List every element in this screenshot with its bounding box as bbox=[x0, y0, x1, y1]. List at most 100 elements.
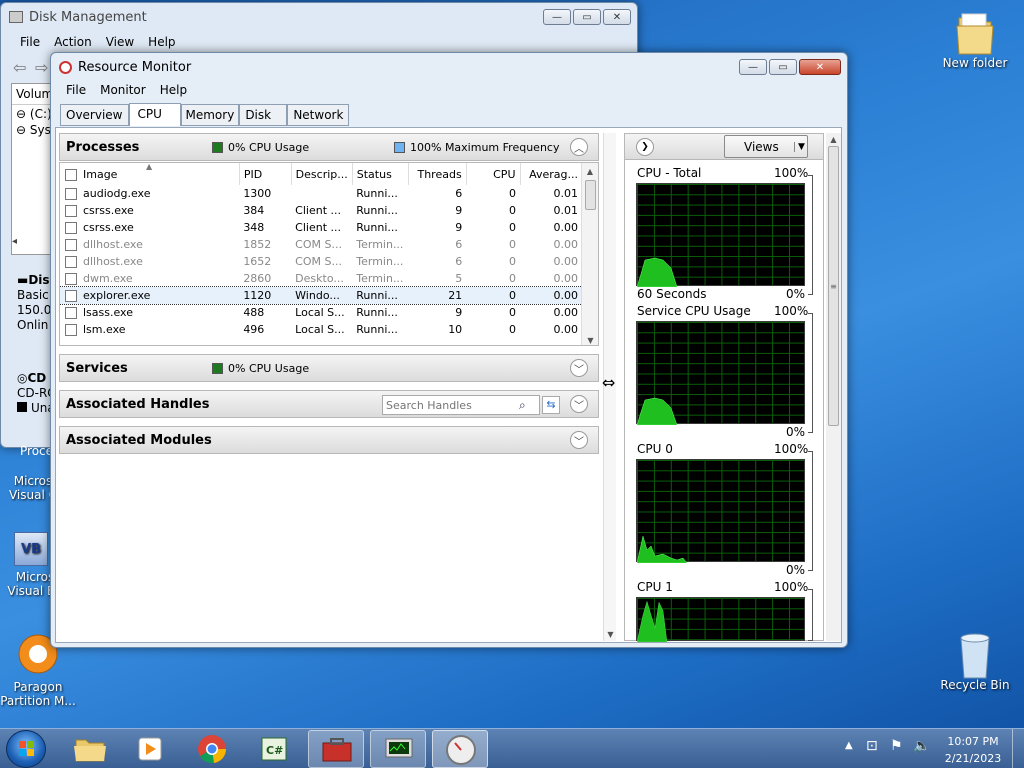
scroll-thumb[interactable]: ≡ bbox=[828, 146, 839, 426]
table-row[interactable]: dwm.exe 2860 Deskto... Termin... 5 0 0.00 bbox=[60, 270, 582, 287]
expand-pane-button[interactable]: ❯ bbox=[636, 138, 654, 156]
table-row[interactable]: dllhost.exe 1652 COM S... Termin... 6 0 0.00 bbox=[60, 253, 582, 270]
scroll-thumb[interactable] bbox=[584, 180, 596, 210]
process-checkbox[interactable] bbox=[65, 239, 77, 251]
taskbar-monitor-app[interactable] bbox=[370, 730, 426, 768]
minimize-button[interactable]: — bbox=[543, 9, 571, 25]
menu-file[interactable]: File bbox=[13, 33, 47, 51]
column-header-threads[interactable]: Threads bbox=[408, 163, 467, 185]
column-header-pid[interactable]: PID bbox=[239, 163, 292, 185]
resource-monitor-app-icon bbox=[59, 60, 72, 74]
collapse-chevron-icon[interactable]: ︿ bbox=[570, 138, 588, 156]
process-checkbox[interactable] bbox=[65, 205, 77, 217]
back-arrow-icon[interactable]: ⇦ bbox=[13, 58, 26, 77]
table-row[interactable]: csrss.exe 384 Client ... Runni... 9 0 0.01 bbox=[60, 202, 582, 219]
maximize-button[interactable]: ▭ bbox=[573, 9, 601, 25]
processes-table-container[interactable]: Image ▲ PID Descrip... Status Threads CPU… bbox=[59, 162, 599, 346]
volume-c[interactable]: ⊖ (C:) bbox=[12, 105, 54, 123]
menu-file[interactable]: File bbox=[59, 81, 93, 99]
volume-system[interactable]: ⊖ Syst bbox=[12, 123, 56, 137]
scroll-left-arrow[interactable]: ◂ bbox=[12, 236, 17, 247]
graph-pane-scrollbar[interactable]: ▲ ≡ bbox=[826, 133, 841, 641]
process-checkbox[interactable] bbox=[65, 290, 77, 302]
table-row[interactable]: lsass.exe 488 Local S... Runni... 9 0 0.00 bbox=[60, 304, 582, 321]
network-icon[interactable]: ⊡ bbox=[866, 738, 878, 754]
menu-help[interactable]: Help bbox=[141, 33, 182, 51]
expand-chevron-icon[interactable]: ﹀ bbox=[570, 431, 588, 449]
views-dropdown[interactable]: Views ▼ bbox=[724, 135, 808, 158]
minimize-button[interactable]: — bbox=[739, 59, 767, 75]
taskbar-explorer[interactable] bbox=[62, 730, 118, 768]
column-header-average[interactable]: Averag... bbox=[520, 163, 582, 185]
column-header-cpu[interactable]: CPU bbox=[466, 163, 521, 185]
taskbar-resource-monitor[interactable] bbox=[432, 730, 488, 768]
tab-memory[interactable]: Memory bbox=[180, 104, 240, 126]
search-icon[interactable]: ⌕ bbox=[519, 398, 526, 413]
column-header-description[interactable]: Descrip... bbox=[291, 163, 353, 185]
taskbar-media-player[interactable] bbox=[122, 730, 178, 768]
select-all-checkbox[interactable] bbox=[65, 168, 77, 181]
graph-plot bbox=[636, 397, 678, 426]
process-checkbox[interactable] bbox=[65, 188, 77, 200]
process-status-cell: Termin... bbox=[356, 238, 404, 251]
menu-view[interactable]: View bbox=[99, 33, 141, 51]
menu-help[interactable]: Help bbox=[153, 81, 194, 99]
close-button[interactable]: ✕ bbox=[603, 9, 631, 25]
process-average-cell: 0.00 bbox=[553, 221, 579, 234]
volume-list[interactable]: Volum ⊖ (C:) ⊖ Syst ◂ bbox=[11, 83, 56, 255]
tab-disk[interactable]: Disk bbox=[239, 104, 288, 126]
table-row[interactable]: lsm.exe 496 Local S... Runni... 10 0 0.00 bbox=[60, 321, 582, 338]
expand-chevron-icon[interactable]: ﹀ bbox=[570, 395, 588, 413]
scroll-up-arrow[interactable]: ▲ bbox=[582, 167, 598, 176]
close-button[interactable]: ✕ bbox=[799, 59, 841, 75]
table-row[interactable]: dllhost.exe 1852 COM S... Termin... 6 0 0.00 bbox=[60, 236, 582, 253]
expand-chevron-icon[interactable]: ﹀ bbox=[570, 359, 588, 377]
taskbar-toolbox[interactable] bbox=[308, 730, 364, 768]
process-checkbox[interactable] bbox=[65, 222, 77, 234]
scroll-down-arrow[interactable]: ▼ bbox=[604, 630, 617, 639]
services-header[interactable]: Services 0% CPU Usage ﹀ bbox=[59, 354, 599, 382]
tab-network[interactable]: Network bbox=[287, 104, 350, 126]
maximize-button[interactable]: ▭ bbox=[769, 59, 797, 75]
search-handles-input[interactable] bbox=[383, 398, 519, 412]
desktop-icon-recycle-bin[interactable]: Recycle Bin bbox=[935, 630, 1015, 692]
tab-cpu[interactable]: CPU bbox=[128, 103, 181, 126]
process-pid-cell: 2860 bbox=[243, 272, 272, 285]
table-row[interactable]: audiodg.exe 1300 Runni... 6 0 0.01 bbox=[60, 185, 582, 202]
volume-column-header[interactable]: Volum bbox=[12, 84, 54, 105]
search-handles-box[interactable]: ⌕ bbox=[382, 395, 540, 415]
show-desktop-button[interactable] bbox=[1012, 729, 1024, 768]
taskbar-chrome[interactable] bbox=[184, 730, 240, 768]
menu-action[interactable]: Action bbox=[47, 33, 99, 51]
clock[interactable]: 10:07 PM 2/21/2023 bbox=[942, 733, 1004, 767]
splitter-resize-cursor-icon[interactable]: ⇔ bbox=[602, 373, 615, 392]
action-center-flag-icon[interactable]: ⚑ bbox=[890, 738, 903, 754]
resource-monitor-titlebar[interactable]: Resource Monitor bbox=[51, 53, 847, 81]
refresh-icon[interactable]: ⇆ bbox=[542, 396, 560, 414]
process-checkbox[interactable] bbox=[65, 324, 77, 336]
process-checkbox[interactable] bbox=[65, 256, 77, 268]
visual-basic-icon: VB bbox=[14, 532, 48, 566]
column-header-status[interactable]: Status bbox=[352, 163, 409, 185]
scroll-down-arrow[interactable]: ▼ bbox=[582, 336, 598, 345]
scroll-up-arrow[interactable]: ▲ bbox=[826, 135, 841, 144]
forward-arrow-icon[interactable]: ⇨ bbox=[35, 58, 48, 77]
process-checkbox[interactable] bbox=[65, 273, 77, 285]
table-row[interactable]: csrss.exe 348 Client ... Runni... 9 0 0.00 bbox=[60, 219, 582, 236]
process-checkbox[interactable] bbox=[65, 307, 77, 319]
volume-icon[interactable]: 🔈 bbox=[913, 738, 930, 754]
start-button[interactable] bbox=[6, 730, 46, 768]
column-header-image[interactable]: Image ▲ bbox=[60, 163, 240, 185]
processes-scrollbar[interactable]: ▲ ▼ bbox=[581, 163, 598, 345]
handles-header[interactable]: Associated Handles ⌕ ⇆ ﹀ bbox=[59, 390, 599, 418]
tab-overview[interactable]: Overview bbox=[60, 104, 129, 126]
desktop-icon-new-folder[interactable]: New folder bbox=[935, 8, 1015, 70]
menu-monitor[interactable]: Monitor bbox=[93, 81, 153, 99]
taskbar-csharp[interactable]: C# bbox=[246, 730, 302, 768]
modules-header[interactable]: Associated Modules ﹀ bbox=[59, 426, 599, 454]
processes-header[interactable]: Processes 0% CPU Usage 100% Maximum Freq… bbox=[59, 133, 599, 161]
table-row[interactable]: explorer.exe 1120 Windo... Runni... 21 0 0.00 bbox=[60, 286, 583, 305]
show-hidden-icons-arrow[interactable]: ▲ bbox=[845, 740, 853, 751]
cpu-graph bbox=[636, 321, 805, 426]
disk-management-titlebar[interactable]: Disk Management bbox=[1, 3, 637, 31]
